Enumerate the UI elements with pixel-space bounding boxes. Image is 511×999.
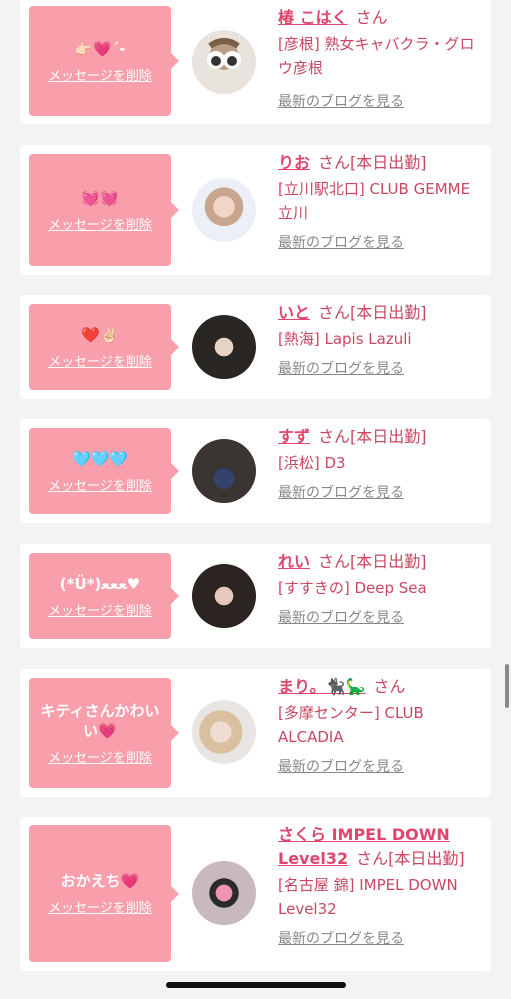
message-text: 👉🏻💗ˊ-: [74, 39, 126, 58]
shop-text: [名古屋 錦] IMPEL DOWN Level32: [278, 876, 458, 918]
avatar[interactable]: [192, 861, 256, 925]
avatar[interactable]: [192, 315, 256, 379]
cast-card: おかえち💗 メッセージを削除 さくら IMPEL DOWN Level32 さん[…: [20, 817, 491, 971]
delete-message-link[interactable]: メッセージを削除: [48, 214, 152, 233]
cast-card: キティさんかわいい💗 メッセージを削除 まり。🐈‍⬛🦕 さん [多摩センター] C…: [20, 669, 491, 797]
delete-message-link[interactable]: メッセージを削除: [48, 475, 152, 494]
shop-text: [多摩センター] CLUB ALCADIA: [278, 704, 424, 746]
shop-text: [すすきの] Deep Sea: [278, 579, 427, 597]
delete-message-link[interactable]: メッセージを削除: [48, 600, 152, 619]
message-text: おかえち💗: [60, 872, 140, 890]
honorific: さん: [373, 677, 406, 696]
message-text: (*Ü*)ﻌﻌﻌ♥: [59, 574, 141, 593]
cast-name-link[interactable]: れい: [278, 552, 310, 571]
message-text: キティさんかわいい💗: [40, 701, 160, 740]
message-bubble: おかえち💗 メッセージを削除: [29, 825, 179, 962]
message-bubble: (*Ü*)ﻌﻌﻌ♥ メッセージを削除: [29, 553, 179, 639]
avatar[interactable]: [192, 700, 256, 764]
avatar[interactable]: [192, 439, 256, 503]
status-text: [本日出勤]: [388, 849, 465, 868]
message-text: ❤️✌🏻: [81, 325, 119, 344]
cast-name-link[interactable]: まり。🐈‍⬛🦕: [278, 677, 366, 696]
cast-card: 💓💓 メッセージを削除 りお さん[本日出勤] [立川駅北口] CLUB GEMM…: [20, 145, 491, 275]
cast-info: 椿 こはく さん [彦根] 熟女キャバクラ・グロウ彦根 最新のブログを見る: [278, 6, 481, 112]
delete-message-link[interactable]: メッセージを削除: [48, 351, 152, 370]
delete-message-link[interactable]: メッセージを削除: [48, 65, 152, 84]
honorific: さん: [318, 153, 351, 172]
cast-name-link[interactable]: りお: [278, 153, 310, 172]
blog-link[interactable]: 最新のブログを見る: [278, 929, 481, 949]
message-bubble: 👉🏻💗ˊ- メッセージを削除: [29, 6, 179, 116]
cast-info: いと さん[本日出勤] [熱海] Lapis Lazuli 最新のブログを見る: [278, 301, 481, 379]
cast-info: まり。🐈‍⬛🦕 さん [多摩センター] CLUB ALCADIA 最新のブログを見…: [278, 675, 481, 777]
cast-info: すず さん[本日出勤] [浜松] D3 最新のブログを見る: [278, 425, 481, 503]
delete-message-link[interactable]: メッセージを削除: [48, 897, 152, 916]
cast-card: 🩵🩵🩵 メッセージを削除 すず さん[本日出勤] [浜松] D3 最新のブログを見…: [20, 419, 491, 523]
honorific: さん: [318, 552, 351, 571]
avatar[interactable]: [192, 178, 256, 242]
avatar[interactable]: [192, 30, 256, 94]
cast-name-link[interactable]: 椿 こはく: [278, 8, 348, 27]
message-bubble: キティさんかわいい💗 メッセージを削除: [29, 678, 179, 788]
message-text: 💓💓: [81, 188, 119, 207]
shop-text: [浜松] D3: [278, 454, 346, 472]
avatar[interactable]: [192, 564, 256, 628]
shop-text: [立川駅北口] CLUB GEMME立川: [278, 180, 471, 222]
message-bubble: 🩵🩵🩵 メッセージを削除: [29, 428, 179, 514]
blog-link[interactable]: 最新のブログを見る: [278, 757, 481, 777]
status-text: [本日出勤]: [350, 153, 427, 172]
cast-info: れい さん[本日出勤] [すすきの] Deep Sea 最新のブログを見る: [278, 550, 481, 628]
honorific: さん: [318, 303, 351, 322]
scrollbar[interactable]: [505, 664, 509, 708]
message-bubble: 💓💓 メッセージを削除: [29, 154, 179, 266]
shop-text: [彦根] 熟女キャバクラ・グロウ彦根: [278, 35, 475, 77]
status-text: [本日出勤]: [350, 303, 427, 322]
honorific: さん: [356, 849, 389, 868]
cast-name-link[interactable]: いと: [278, 303, 310, 322]
message-bubble: ❤️✌🏻 メッセージを削除: [29, 304, 179, 390]
status-text: [本日出勤]: [350, 427, 427, 446]
delete-message-link[interactable]: メッセージを削除: [48, 747, 152, 766]
cast-card: ❤️✌🏻 メッセージを削除 いと さん[本日出勤] [熱海] Lapis Lazu…: [20, 295, 491, 399]
cast-card: (*Ü*)ﻌﻌﻌ♥ メッセージを削除 れい さん[本日出勤] [すすきの] Dee…: [20, 544, 491, 648]
shop-text: [熱海] Lapis Lazuli: [278, 330, 412, 348]
blog-link[interactable]: 最新のブログを見る: [278, 608, 481, 628]
honorific: さん: [355, 8, 388, 27]
cast-info: りお さん[本日出勤] [立川駅北口] CLUB GEMME立川 最新のブログを見…: [278, 151, 481, 253]
cast-name-link[interactable]: すず: [278, 427, 310, 446]
honorific: さん: [318, 427, 351, 446]
status-text: [本日出勤]: [350, 552, 427, 571]
home-indicator[interactable]: [166, 982, 346, 988]
message-text: 🩵🩵🩵: [71, 449, 129, 468]
cast-card: 👉🏻💗ˊ- メッセージを削除 椿 こはく さん [彦根] 熟女キャバクラ・グロウ彦…: [20, 0, 491, 124]
cast-info: さくら IMPEL DOWN Level32 さん[本日出勤] [名古屋 錦] I…: [278, 823, 481, 949]
blog-link[interactable]: 最新のブログを見る: [278, 233, 481, 253]
blog-link[interactable]: 最新のブログを見る: [278, 483, 481, 503]
blog-link[interactable]: 最新のブログを見る: [278, 359, 481, 379]
blog-link[interactable]: 最新のブログを見る: [278, 92, 481, 112]
